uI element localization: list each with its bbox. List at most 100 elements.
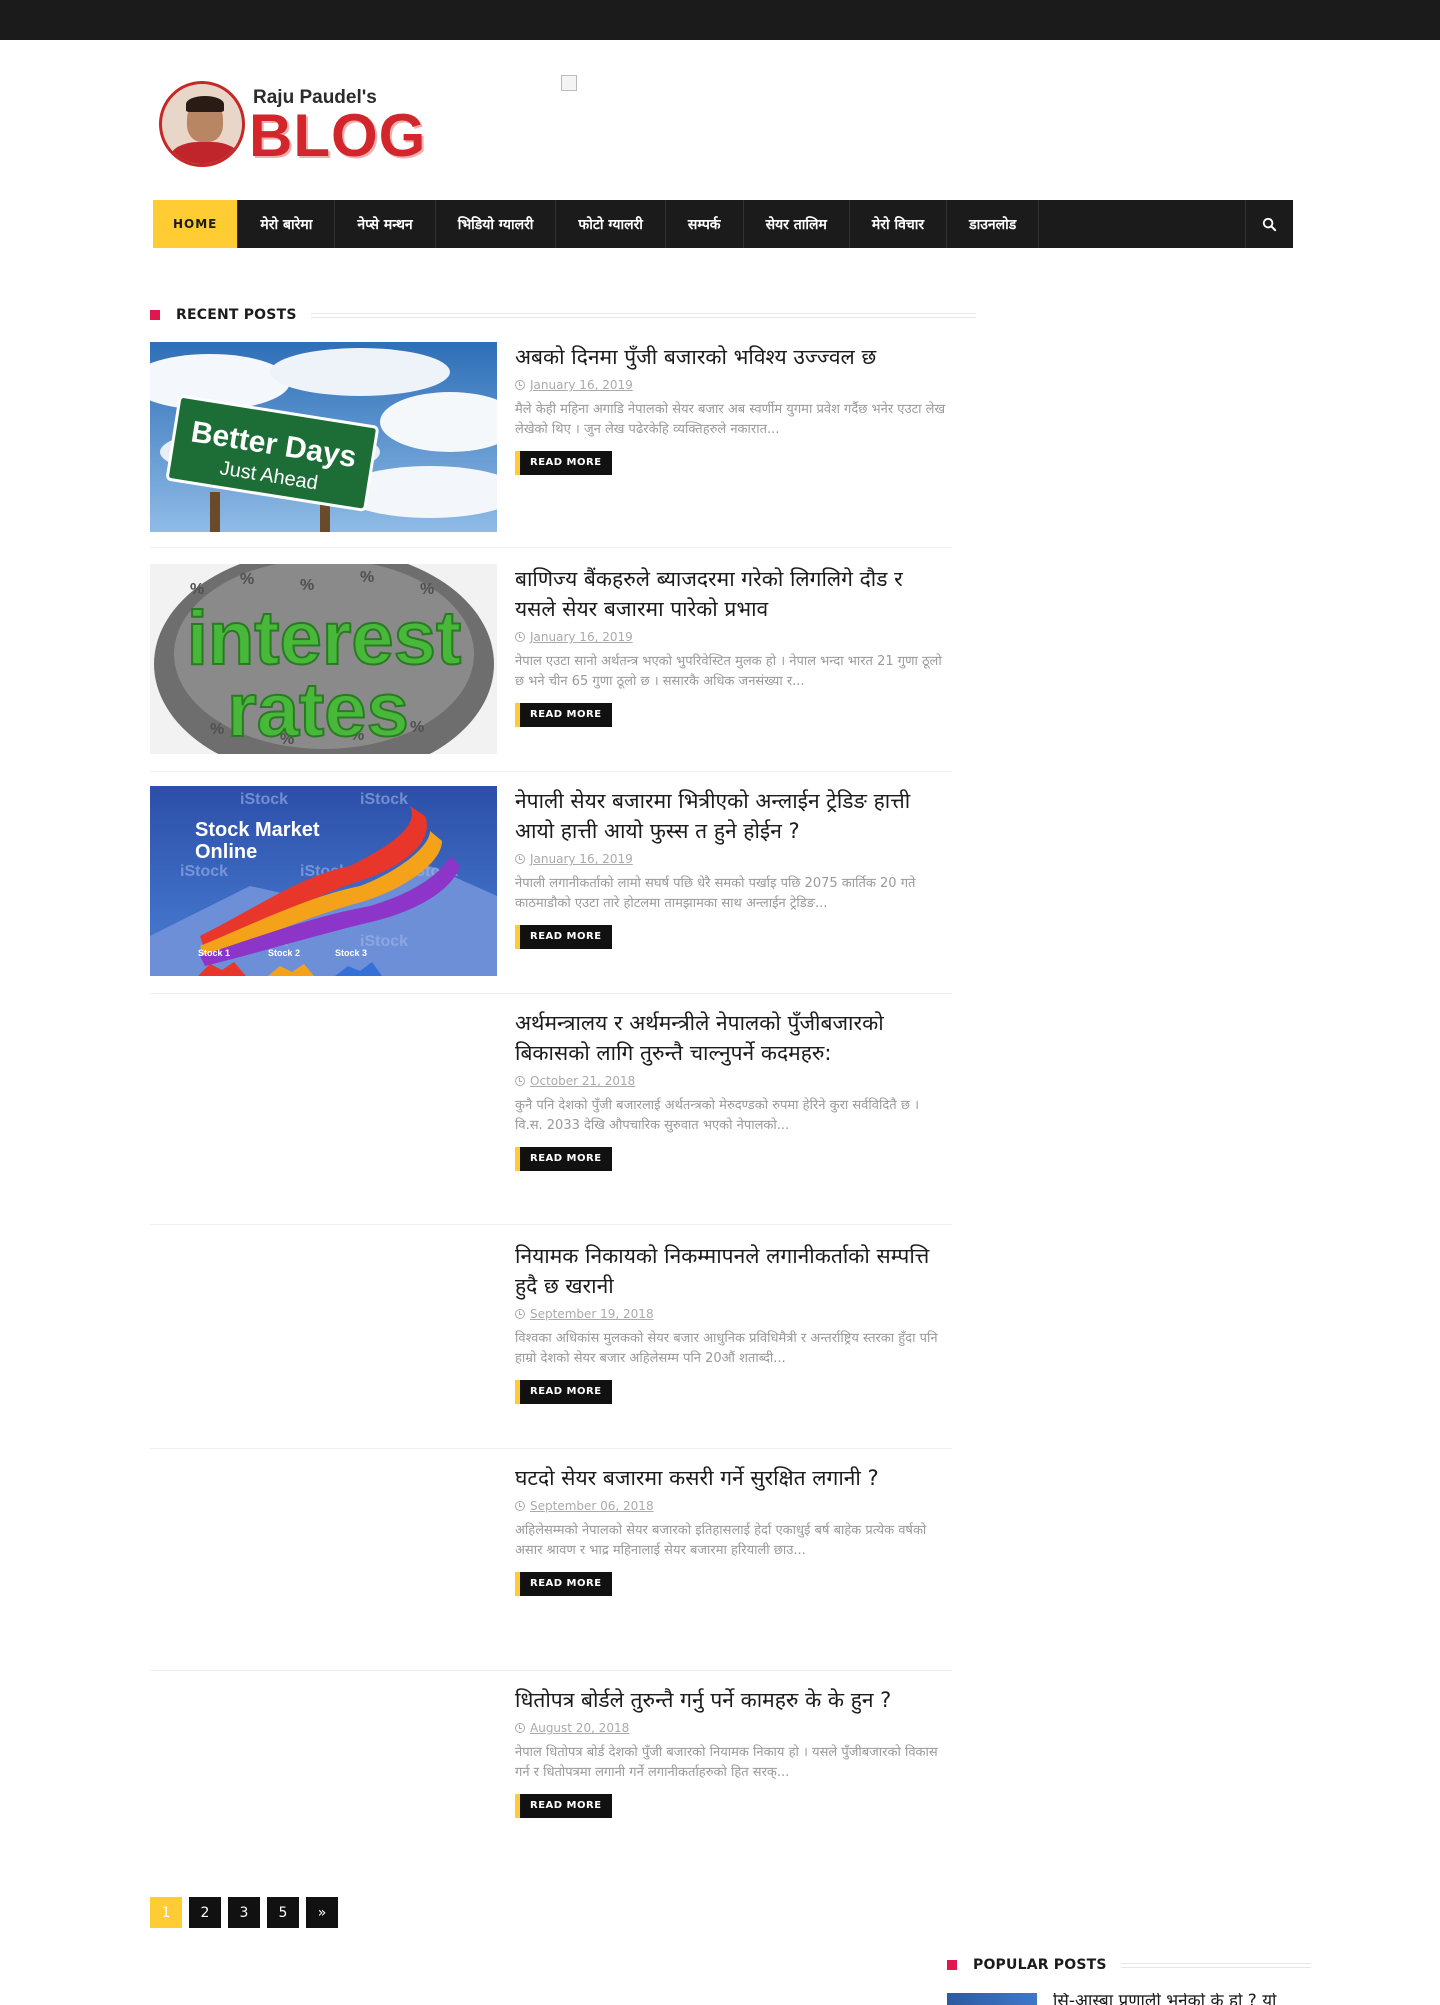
search-icon <box>1262 217 1277 231</box>
popular-post-title[interactable]: सि-आस्बा प्रणाली भनेको के हो ? यो <box>1053 1993 1276 2005</box>
post-title[interactable]: घटदो सेयर बजारमा कसरी गर्ने सुरक्षित लगा… <box>515 1463 947 1493</box>
watermark-text: iStock <box>240 791 288 808</box>
post-date[interactable]: September 19, 2018 <box>515 1307 947 1321</box>
post-date-text: August 20, 2018 <box>530 1721 630 1735</box>
read-more-button[interactable]: READ MORE <box>515 451 612 475</box>
main-navigation: HOME मेरो बारेमा नेप्से मन्थन भिडियो ग्य… <box>153 200 1293 248</box>
post-date[interactable]: January 16, 2019 <box>515 852 947 866</box>
thumb-legend-label: Stock 2 <box>268 948 300 958</box>
post-title[interactable]: अबको दिनमा पुँजी बजारको भविश्य उज्ज्वल छ <box>515 342 947 372</box>
post-excerpt: नेपाल धितोपत्र बोर्ड देशको पुँजी बजारको … <box>515 1745 938 1780</box>
post-title[interactable]: नियामक निकायको निकम्मापनले लगानीकर्ताको … <box>515 1241 947 1301</box>
post-title[interactable]: बाणिज्य बैंकहरुले ब्याजदरमा गरेको लिगलिग… <box>515 564 947 624</box>
heading-rule <box>1120 1962 1311 1968</box>
post-thumbnail[interactable] <box>150 1685 497 1875</box>
watermark-text: iStock <box>180 863 228 880</box>
svg-text:%: % <box>210 721 224 738</box>
read-more-button[interactable]: READ MORE <box>515 703 612 727</box>
page-5-button[interactable]: 5 <box>267 1897 299 1928</box>
recent-posts-title: RECENT POSTS <box>176 307 297 323</box>
nav-share-training[interactable]: सेयर तालिम <box>744 200 850 248</box>
post-title[interactable]: नेपाली सेयर बजारमा भित्रीएको अन्लाईन ट्र… <box>515 786 947 846</box>
clock-icon <box>515 1076 525 1086</box>
nav-photo-gallery[interactable]: फोटो ग्यालरी <box>556 200 666 248</box>
clock-icon <box>515 632 525 642</box>
post-date-text: October 21, 2018 <box>530 1074 636 1088</box>
post-date[interactable]: September 06, 2018 <box>515 1499 947 1513</box>
svg-text:%: % <box>410 719 424 736</box>
logo-avatar <box>159 81 245 167</box>
post-date-text: September 19, 2018 <box>530 1307 654 1321</box>
post-thumbnail[interactable] <box>150 1008 497 1198</box>
clock-icon <box>515 1309 525 1319</box>
post-date-text: January 16, 2019 <box>530 378 633 392</box>
post-item: घटदो सेयर बजारमा कसरी गर्ने सुरक्षित लगा… <box>150 1463 952 1671</box>
post-date-text: January 16, 2019 <box>530 852 633 866</box>
svg-text:%: % <box>360 569 374 586</box>
top-bar <box>0 0 1440 40</box>
clock-icon <box>515 1723 525 1733</box>
post-date-text: January 16, 2019 <box>530 630 633 644</box>
popular-posts-heading: POPULAR POSTS <box>947 1957 1311 1973</box>
read-more-button[interactable]: READ MORE <box>515 1794 612 1818</box>
nav-video-gallery[interactable]: भिडियो ग्यालरी <box>436 200 557 248</box>
recent-posts-heading: RECENT POSTS <box>150 307 976 323</box>
watermark-text: iStock <box>360 791 408 808</box>
broken-banner-image <box>561 75 577 91</box>
read-more-button[interactable]: READ MORE <box>515 1147 612 1171</box>
page-2-button[interactable]: 2 <box>189 1897 221 1928</box>
popular-post-item[interactable]: सि-आस्बा प्रणाली भनेको के हो ? यो <box>947 1993 1287 2005</box>
post-thumbnail[interactable] <box>150 1241 497 1431</box>
heading-marker <box>150 310 160 320</box>
thumb-legend-label: Stock 1 <box>198 948 230 958</box>
thumb-legend-label: Stock 3 <box>335 948 367 958</box>
site-logo[interactable]: Raju Paudel's BLOG <box>157 79 425 169</box>
post-thumbnail[interactable]: Better Days Just Ahead <box>150 342 497 532</box>
clock-icon <box>515 1501 525 1511</box>
post-title[interactable]: अर्थमन्त्रालय र अर्थमन्त्रीले नेपालको पु… <box>515 1008 947 1068</box>
watermark-text: iStock <box>360 933 408 950</box>
clock-icon <box>515 854 525 864</box>
nav-contact[interactable]: सम्पर्क <box>666 200 744 248</box>
post-item: धितोपत्र बोर्डले तुरुन्तै गर्नु पर्ने का… <box>150 1685 952 1865</box>
logo-word: BLOG <box>249 102 427 169</box>
post-title[interactable]: धितोपत्र बोर्डले तुरुन्तै गर्नु पर्ने का… <box>515 1685 947 1715</box>
page-3-button[interactable]: 3 <box>228 1897 260 1928</box>
search-button[interactable] <box>1245 200 1293 248</box>
thumb-text-line2: rates <box>227 668 409 753</box>
thumb-text-line2: Online <box>195 841 257 863</box>
pagination: 1 2 3 5 » <box>150 1897 338 1928</box>
post-date[interactable]: August 20, 2018 <box>515 1721 947 1735</box>
nav-about[interactable]: मेरो बारेमा <box>238 200 336 248</box>
nav-home[interactable]: HOME <box>153 200 239 248</box>
svg-text:%: % <box>300 577 314 594</box>
post-item: iStock iStock iStock iStock iStock iStoc… <box>150 786 952 994</box>
post-excerpt: नेपाली लगानीकर्ताको लामो सघर्ष पछि धेरै … <box>515 876 916 911</box>
nav-nepse-manthan[interactable]: नेप्से मन्थन <box>335 200 436 248</box>
post-thumbnail[interactable]: iStock iStock iStock iStock iStock iStoc… <box>150 786 497 976</box>
popular-post-thumbnail[interactable] <box>947 1993 1037 2005</box>
post-excerpt: मैले केही महिना अगाडि नेपालको सेयर बजार … <box>515 402 946 437</box>
post-excerpt: विश्वका अधिकांस मुलकको सेयर बजार आधुनिक … <box>515 1331 938 1366</box>
heading-rule <box>310 312 976 318</box>
read-more-button[interactable]: READ MORE <box>515 1572 612 1596</box>
thumb-text-line1: Stock Market <box>195 819 320 841</box>
post-item: नियामक निकायको निकम्मापनले लगानीकर्ताको … <box>150 1241 952 1449</box>
read-more-button[interactable]: READ MORE <box>515 925 612 949</box>
post-excerpt: नेपाल एउटा सानो अर्थतन्त्र भएको भुपरिवेस… <box>515 654 942 689</box>
read-more-button[interactable]: READ MORE <box>515 1380 612 1404</box>
post-date-text: September 06, 2018 <box>530 1499 654 1513</box>
next-page-button[interactable]: » <box>306 1897 338 1928</box>
nav-my-views[interactable]: मेरो विचार <box>850 200 948 248</box>
post-excerpt: अहिलेसम्मको नेपालको सेयर बजारको इतिहासला… <box>515 1523 927 1558</box>
post-thumbnail[interactable] <box>150 1463 497 1653</box>
nav-download[interactable]: डाउनलोड <box>947 200 1040 248</box>
post-date[interactable]: January 16, 2019 <box>515 630 947 644</box>
page-1-button[interactable]: 1 <box>150 1897 182 1928</box>
post-item: Better Days Just Ahead अबको दिनमा पुँजी … <box>150 342 952 548</box>
post-date[interactable]: October 21, 2018 <box>515 1074 947 1088</box>
post-thumbnail[interactable]: %%%%% %%%% interest rates <box>150 564 497 754</box>
clock-icon <box>515 380 525 390</box>
post-date[interactable]: January 16, 2019 <box>515 378 947 392</box>
post-item: अर्थमन्त्रालय र अर्थमन्त्रीले नेपालको पु… <box>150 1008 952 1225</box>
